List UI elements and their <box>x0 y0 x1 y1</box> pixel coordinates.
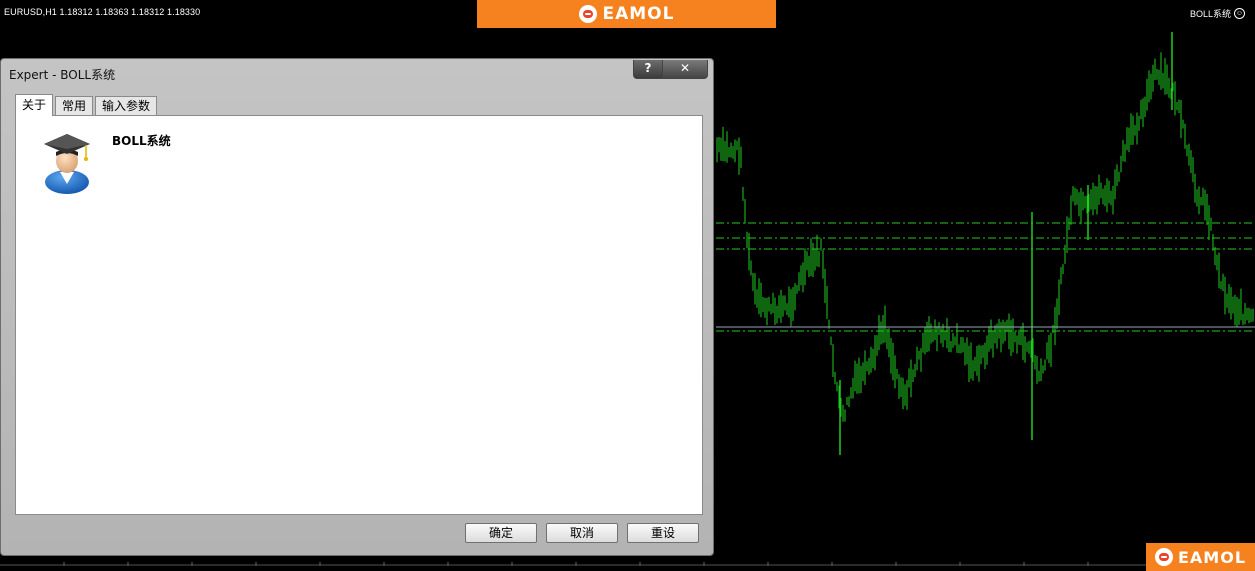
corner-logo-text: EAMOL <box>1177 547 1247 567</box>
expert-name-text: BOLL系统 <box>1189 9 1231 19</box>
about-panel: BOLL系统 <box>15 115 703 515</box>
tab-inputs[interactable]: 输入参数 <box>95 96 158 115</box>
tab-common[interactable]: 常用 <box>55 96 94 115</box>
corner-watermark: EAMOL <box>1146 543 1255 571</box>
expert-graduate-icon <box>44 134 90 194</box>
banner-text: EAMOL <box>602 4 675 24</box>
close-button[interactable]: ✕ <box>662 60 708 79</box>
cancel-button[interactable]: 取消 <box>546 523 618 543</box>
reset-button[interactable]: 重设 <box>627 523 699 543</box>
expert-dialog: Expert - BOLL系统 ? ✕ 关于 常用 输入参数 BOLL系统 确定… <box>0 58 714 556</box>
robot-logo-icon <box>1154 548 1173 566</box>
smiley-icon: ☺ <box>1234 8 1245 19</box>
ok-button[interactable]: 确定 <box>465 523 537 543</box>
help-button[interactable]: ? <box>633 60 663 79</box>
chart-symbol-info: EURUSD,H1 1.18312 1.18363 1.18312 1.1833… <box>4 7 201 17</box>
tab-about[interactable]: 关于 <box>15 94 54 116</box>
dialog-title: Expert - BOLL系统 <box>9 68 116 82</box>
dialog-tabs: 关于 常用 输入参数 <box>15 94 159 116</box>
watermark-banner: EAMOL <box>477 0 776 28</box>
expert-title: BOLL系统 <box>112 134 171 148</box>
robot-logo-icon <box>578 5 597 23</box>
expert-name-label[interactable]: BOLL系统 ☺ <box>1190 7 1245 20</box>
